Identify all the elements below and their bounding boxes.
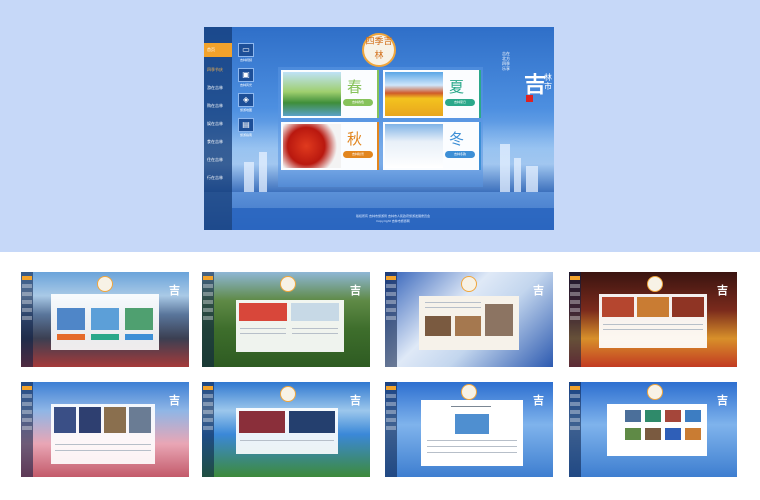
nav-item-home[interactable]: 首页 bbox=[204, 43, 232, 57]
season-tag-summer: 吉林夏日 bbox=[445, 99, 475, 106]
thumb-brand-icon: 吉 bbox=[169, 394, 180, 407]
thumb-brand-icon: 吉 bbox=[350, 284, 361, 297]
nav-item-travel[interactable]: 行在吉林 bbox=[204, 165, 232, 183]
thumb-brand-icon: 吉 bbox=[717, 394, 728, 407]
main-nav-sidebar: 首页 四季节庆 游在吉林 购在吉林 娱在吉林 食在吉林 住在吉林 行在吉林 bbox=[204, 27, 232, 230]
thumb-page-1[interactable]: 吉 bbox=[21, 272, 189, 367]
thumb-logo-icon bbox=[97, 276, 113, 292]
thumb-logo-icon bbox=[647, 276, 663, 292]
brand-seal-icon bbox=[526, 95, 533, 102]
season-card-autumn[interactable]: 秋 吉林秋景 bbox=[281, 122, 379, 170]
page-footer: 版权所有 吉林市旅游局 吉林市人民政府旅游发展委员会 Copyright 吉林市… bbox=[232, 208, 554, 230]
thumb-nav bbox=[569, 272, 581, 367]
season-card-summer[interactable]: 夏 吉林夏日 bbox=[383, 70, 481, 118]
season-char-winter: 冬 bbox=[449, 130, 465, 148]
thumb-nav bbox=[21, 272, 33, 367]
thumb-logo-icon bbox=[461, 276, 477, 292]
quick-link-video[interactable]: ▭ 吉林视频 bbox=[235, 43, 257, 62]
thumb-brand-icon: 吉 bbox=[717, 284, 728, 297]
thumb-page-6[interactable]: 吉 bbox=[202, 382, 370, 477]
nav-item-shopping[interactable]: 购在吉林 bbox=[204, 93, 232, 111]
thumb-page-7[interactable]: 吉 bbox=[385, 382, 553, 477]
autumn-photo bbox=[283, 124, 341, 168]
season-char-autumn: 秋 bbox=[347, 130, 363, 148]
thumb-content-card bbox=[236, 300, 344, 352]
thumb-page-4[interactable]: 吉 bbox=[569, 272, 737, 367]
thumb-content-card bbox=[236, 408, 338, 454]
season-char-summer: 夏 bbox=[449, 78, 465, 96]
quick-link-map[interactable]: ◈ 旅游地图 bbox=[235, 93, 257, 112]
thumb-nav bbox=[385, 272, 397, 367]
thumb-nav bbox=[385, 382, 397, 477]
season-tag-winter: 吉林冬韵 bbox=[445, 151, 475, 158]
winter-photo bbox=[385, 124, 443, 168]
four-seasons-logo: 四季吉林 bbox=[362, 33, 396, 67]
thumb-content-card bbox=[51, 404, 155, 464]
thumb-nav bbox=[202, 382, 214, 477]
thumb-nav bbox=[21, 382, 33, 477]
book-icon: ▤ bbox=[238, 118, 254, 132]
season-card-winter[interactable]: 冬 吉林冬韵 bbox=[383, 122, 481, 170]
image-icon: ▣ bbox=[238, 68, 254, 82]
map-icon: ◈ bbox=[238, 93, 254, 107]
season-card-spring[interactable]: 春 吉林春色 bbox=[281, 70, 379, 118]
thumb-brand-icon: 吉 bbox=[350, 394, 361, 407]
spring-photo bbox=[283, 72, 341, 116]
thumb-content-card bbox=[51, 294, 159, 350]
thumb-page-5[interactable]: 吉 bbox=[21, 382, 189, 477]
thumb-content-card bbox=[419, 296, 519, 350]
hero-page-preview: 首页 四季节庆 游在吉林 购在吉林 娱在吉林 食在吉林 住在吉林 行在吉林 ▭ 吉… bbox=[204, 27, 554, 230]
season-char-spring: 春 bbox=[347, 78, 363, 96]
thumb-logo-icon bbox=[280, 386, 296, 402]
thumb-page-8[interactable]: 吉 bbox=[569, 382, 737, 477]
thumb-nav bbox=[569, 382, 581, 477]
thumb-nav bbox=[202, 272, 214, 367]
thumb-brand-icon: 吉 bbox=[533, 394, 544, 407]
season-tag-spring: 吉林春色 bbox=[343, 99, 373, 106]
thumb-brand-icon: 吉 bbox=[169, 284, 180, 297]
quick-link-scenery[interactable]: ▣ 吉林风光 bbox=[235, 68, 257, 87]
summer-photo bbox=[385, 72, 443, 116]
brand-slogan: 吉在北方 四季乐享 bbox=[502, 51, 510, 71]
thumb-brand-icon: 吉 bbox=[533, 284, 544, 297]
season-tag-autumn: 吉林秋景 bbox=[343, 151, 373, 158]
season-panel: 春 吉林春色 夏 吉林夏日 秋 吉林秋景 冬 吉林冬韵 bbox=[278, 67, 483, 187]
thumb-page-2[interactable]: 吉 bbox=[202, 272, 370, 367]
thumb-content-card bbox=[421, 400, 523, 466]
thumb-content-card bbox=[607, 404, 707, 456]
thumb-logo-icon bbox=[461, 384, 477, 400]
footer-site: Copyright 吉林市旅游网 bbox=[376, 219, 410, 223]
quick-icon-column: ▭ 吉林视频 ▣ 吉林风光 ◈ 旅游地图 ▤ 旅游指南 bbox=[235, 43, 259, 143]
nav-item-entertainment[interactable]: 娱在吉林 bbox=[204, 111, 232, 129]
quick-link-guide[interactable]: ▤ 旅游指南 bbox=[235, 118, 257, 137]
tv-icon: ▭ bbox=[238, 43, 254, 57]
thumb-logo-icon bbox=[280, 276, 296, 292]
nav-item-food[interactable]: 食在吉林 bbox=[204, 129, 232, 147]
nav-item-lodging[interactable]: 住在吉林 bbox=[204, 147, 232, 165]
thumb-logo-icon bbox=[647, 384, 663, 400]
thumb-content-card bbox=[599, 294, 707, 348]
thumb-page-3[interactable]: 吉 bbox=[385, 272, 553, 367]
nav-item-tour[interactable]: 游在吉林 bbox=[204, 75, 232, 93]
brand-city-text: 林市 bbox=[544, 73, 552, 91]
nav-item-seasons[interactable]: 四季节庆 bbox=[204, 57, 232, 75]
jilin-city-brand: 吉在北方 四季乐享 吉 林市 bbox=[502, 51, 552, 109]
